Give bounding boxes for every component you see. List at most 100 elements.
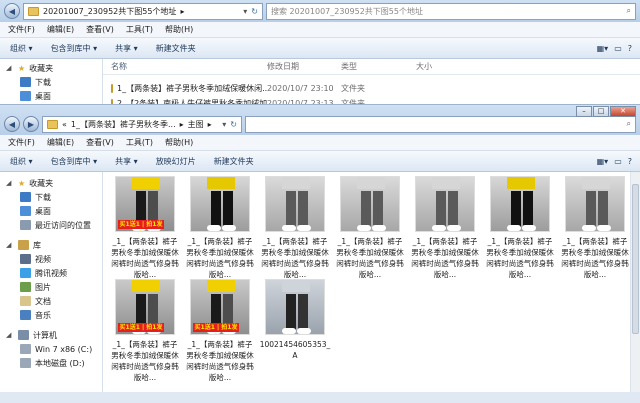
new-folder-button[interactable]: 新建文件夹 <box>214 156 254 167</box>
nav-favorites[interactable]: ◢ ★ 收藏夹 <box>0 61 102 75</box>
help-icon[interactable]: ? <box>628 157 632 166</box>
nav-item-downloads[interactable]: 下载 <box>0 190 102 204</box>
nav-item-desktop[interactable]: 桌面 <box>0 204 102 218</box>
path-overflow[interactable]: « <box>62 120 67 129</box>
file-tile[interactable]: 买1送1 | 拍1发2 _1_【两条装】裤子男秋冬季加绒保暖休闲裤时尚透气修身韩版… <box>109 279 181 383</box>
thumbnail-graphic <box>373 191 383 227</box>
image-thumbnail[interactable] <box>490 176 550 232</box>
refresh-icon[interactable]: ↻ <box>230 120 237 129</box>
menu-view[interactable]: 查看(V) <box>86 137 114 148</box>
vertical-scrollbar[interactable] <box>630 172 640 392</box>
file-tile[interactable]: _1_【两条装】裤子男秋冬季加绒保暖休闲裤时尚透气修身韩版哈... <box>184 176 256 280</box>
help-icon[interactable]: ? <box>628 44 632 53</box>
refresh-icon[interactable]: ↻ <box>251 7 258 16</box>
collapse-icon[interactable]: ◢ <box>6 331 14 339</box>
nav-item-music[interactable]: 音乐 <box>0 308 102 322</box>
collapse-icon[interactable]: ◢ <box>6 179 14 187</box>
column-type[interactable]: 类型 <box>341 61 416 72</box>
computer-icon <box>18 330 29 340</box>
nav-item-videos[interactable]: 视频 <box>0 252 102 266</box>
collapse-icon[interactable]: ◢ <box>6 241 14 249</box>
path-segment[interactable]: 1_【两条装】裤子男秋冬季... <box>71 119 176 130</box>
file-tile[interactable]: _1_【两条装】裤子男秋冬季加绒保暖休闲裤时尚透气修身韩版哈... <box>559 176 631 280</box>
downloads-icon <box>20 192 31 202</box>
organize-button[interactable]: 组织 ▾ <box>10 156 33 167</box>
image-thumbnail[interactable]: 买1送1 | 拍1发2 <box>115 279 175 335</box>
menu-file[interactable]: 文件(F) <box>8 24 35 35</box>
minimize-button[interactable]: – <box>576 106 592 117</box>
address-bar[interactable]: 20201007_230952共下图55个地址 ▸ ▾ ↻ <box>23 2 263 20</box>
search-icon[interactable]: ⌕ <box>627 119 631 129</box>
column-name[interactable]: 名称 <box>103 61 267 72</box>
include-in-library-button[interactable]: 包含到库中 ▾ <box>51 43 98 54</box>
new-folder-button[interactable]: 新建文件夹 <box>156 43 196 54</box>
menu-tools[interactable]: 工具(T) <box>126 24 153 35</box>
forward-button[interactable]: ▶ <box>23 116 39 132</box>
nav-item-desktop[interactable]: 桌面 <box>0 89 102 103</box>
include-in-library-button[interactable]: 包含到库中 ▾ <box>51 156 98 167</box>
file-tile[interactable]: _1_【两条装】裤子男秋冬季加绒保暖休闲裤时尚透气修身韩版哈... <box>334 176 406 280</box>
file-tile[interactable]: 10021454605353_A <box>259 279 331 361</box>
nav-computer-label: 计算机 <box>33 330 57 340</box>
table-row[interactable]: 1_【两条装】裤子男秋冬季加绒保暖休闲... 2020/10/7 23:10 文… <box>103 81 640 96</box>
nav-item-tencent-video[interactable]: 腾讯视频 <box>0 266 102 280</box>
dropdown-arrow-icon[interactable]: ▾ <box>243 7 247 16</box>
column-size[interactable]: 大小 <box>416 61 476 72</box>
image-thumbnail[interactable]: 买1送1 | 拍1发2 <box>115 176 175 232</box>
menu-edit[interactable]: 编辑(E) <box>47 24 74 35</box>
preview-pane-icon[interactable]: ▭ <box>614 44 622 53</box>
menu-view[interactable]: 查看(V) <box>86 24 114 35</box>
chevron-right-icon[interactable]: ▸ <box>180 120 184 129</box>
search-box[interactable]: 搜索 20201007_230952共下图55个地址 ⌕ <box>266 2 636 20</box>
close-button[interactable]: ✕ <box>610 106 636 117</box>
share-button[interactable]: 共享 ▾ <box>115 156 138 167</box>
back-button[interactable]: ◀ <box>4 3 20 19</box>
nav-item-recent[interactable]: 最近访问的位置 <box>0 218 102 232</box>
preview-pane-icon[interactable]: ▭ <box>614 157 622 166</box>
thumbnail-graphic <box>286 294 296 330</box>
maximize-button[interactable]: □ <box>593 106 609 117</box>
nav-favorites[interactable]: ◢ ★ 收藏夹 <box>0 176 102 190</box>
image-thumbnail[interactable] <box>565 176 625 232</box>
dropdown-arrow-icon[interactable]: ▾ <box>222 120 226 129</box>
back-button[interactable]: ◀ <box>4 116 20 132</box>
image-thumbnail[interactable]: 买1送1 | 拍1发2 <box>190 279 250 335</box>
path-segment[interactable]: 主图 <box>188 119 204 130</box>
image-thumbnail[interactable] <box>340 176 400 232</box>
nav-item-drive-d[interactable]: 本地磁盘 (D:) <box>0 356 102 370</box>
image-thumbnail[interactable] <box>415 176 475 232</box>
menu-edit[interactable]: 编辑(E) <box>47 137 74 148</box>
image-thumbnail[interactable] <box>265 176 325 232</box>
nav-item-drive-c[interactable]: Win 7 x86 (C:) <box>0 342 102 356</box>
path-segment[interactable]: 20201007_230952共下图55个地址 <box>43 6 176 17</box>
column-date[interactable]: 修改日期 <box>267 61 341 72</box>
chevron-right-icon[interactable]: ▸ <box>208 120 212 129</box>
image-thumbnail[interactable] <box>265 279 325 335</box>
share-button[interactable]: 共享 ▾ <box>115 43 138 54</box>
search-icon[interactable]: ⌕ <box>627 6 631 16</box>
nav-computer[interactable]: ◢ 计算机 <box>0 328 102 342</box>
slideshow-button[interactable]: 放映幻灯片 <box>156 156 196 167</box>
view-options-icon[interactable]: ▦▾ <box>597 44 609 53</box>
nav-item-downloads[interactable]: 下载 <box>0 75 102 89</box>
scrollbar-thumb[interactable] <box>632 184 639 334</box>
search-box[interactable]: ⌕ <box>245 115 636 133</box>
file-tile[interactable]: _1_【两条装】裤子男秋冬季加绒保暖休闲裤时尚透气修身韩版哈... <box>409 176 481 280</box>
address-bar[interactable]: « 1_【两条装】裤子男秋冬季... ▸ 主图 ▸ ▾ ↻ <box>42 115 242 133</box>
menu-help[interactable]: 帮助(H) <box>165 137 193 148</box>
nav-item-pictures[interactable]: 图片 <box>0 280 102 294</box>
menu-tools[interactable]: 工具(T) <box>126 137 153 148</box>
nav-item-documents[interactable]: 文档 <box>0 294 102 308</box>
file-tile[interactable]: _1_【两条装】裤子男秋冬季加绒保暖休闲裤时尚透气修身韩版哈... <box>259 176 331 280</box>
file-tile[interactable]: _1_【两条装】裤子男秋冬季加绒保暖休闲裤时尚透气修身韩版哈... <box>484 176 556 280</box>
chevron-right-icon[interactable]: ▸ <box>180 7 184 16</box>
organize-button[interactable]: 组织 ▾ <box>10 43 33 54</box>
menu-file[interactable]: 文件(F) <box>8 137 35 148</box>
image-thumbnail[interactable] <box>190 176 250 232</box>
file-tile[interactable]: 买1送1 | 拍1发2 _1_【两条装】裤子男秋冬季加绒保暖休闲裤时尚透气修身韩版… <box>184 279 256 383</box>
view-options-icon[interactable]: ▦▾ <box>597 157 609 166</box>
collapse-icon[interactable]: ◢ <box>6 64 14 72</box>
menu-help[interactable]: 帮助(H) <box>165 24 193 35</box>
nav-library[interactable]: ◢ 库 <box>0 238 102 252</box>
file-tile[interactable]: 买1送1 | 拍1发2 _1_【两条装】裤子男秋冬季加绒保暖休闲裤时尚透气修身韩版… <box>109 176 181 280</box>
